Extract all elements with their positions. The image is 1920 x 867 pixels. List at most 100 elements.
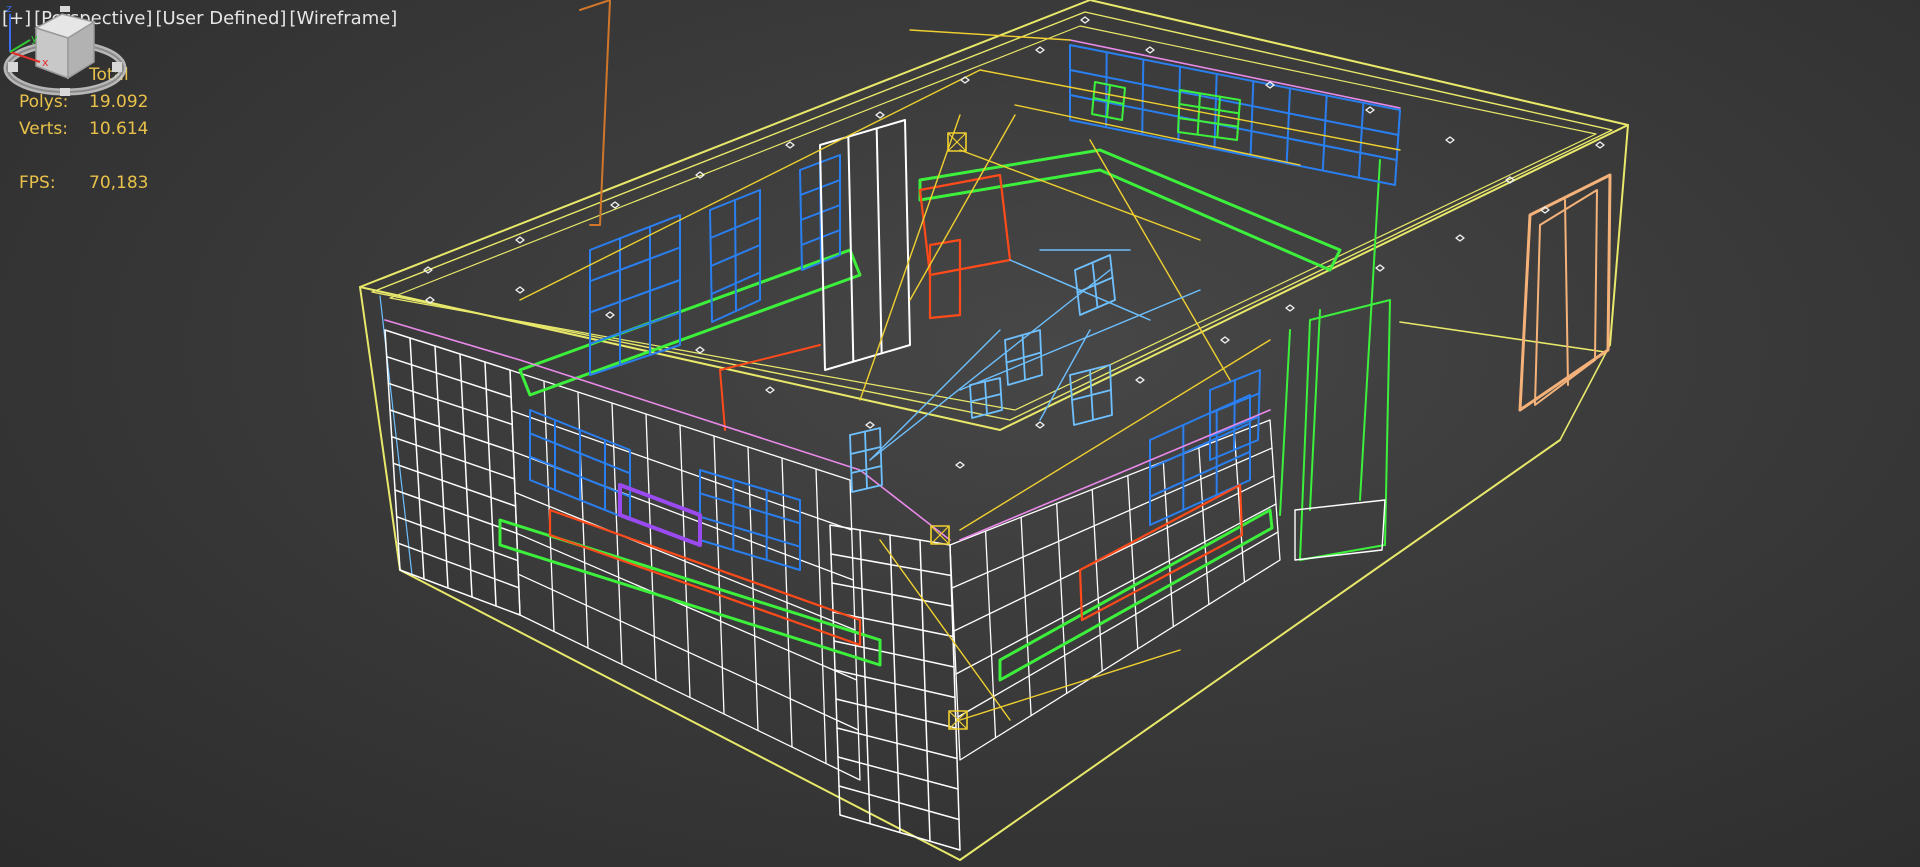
base-panel [928,238,962,320]
spot-light [865,421,875,429]
spot-light [875,111,885,119]
counter-top [918,148,1342,272]
wall-cabinet [1233,379,1236,451]
wall-cabinet [1249,80,1255,158]
verts-label: Verts: [19,119,69,139]
trim [384,319,951,541]
spot-light [1365,106,1375,114]
cabinet-grid [389,409,515,453]
cabinet-grid [955,503,1277,675]
verts-value: 10.614 [89,119,149,139]
light-ray [859,114,961,401]
cabinet-grid [951,447,1273,589]
axis-x-label: x [42,56,49,69]
room-edge [1609,124,1629,346]
spot-light [765,386,775,394]
spot-light [515,286,525,294]
stats-fps-row: FPS: 70,183 [19,170,179,197]
cabinet-grid [459,353,473,598]
cabinet-grid [484,361,497,607]
trim [1069,39,1401,109]
cabinet-edge [1359,159,1381,501]
cabinet-grid [385,355,512,398]
cabinet-grid [1056,502,1068,694]
spot-light [955,461,965,469]
light-ray [979,69,1401,151]
cabinet-grid [957,531,1279,718]
light-ray [909,114,1016,301]
cabinet-grid [517,573,859,731]
room-top-outline [359,0,1629,431]
fps-value: 70,183 [89,173,149,193]
light-ray [519,69,981,301]
wall-cabinet [1177,117,1239,128]
cabinet-grid [434,345,449,589]
fps-label: FPS: [19,173,56,193]
spot-light [605,311,615,319]
cabinet-grid [390,435,516,480]
cabinet-grid [397,542,520,589]
stats-verts-row: Verts: 10.614 [19,116,179,143]
axis-y-label: y [31,32,38,45]
cabinet-grid [1020,516,1032,717]
spot-light [785,141,795,149]
cabinet-grid [387,382,513,426]
axis-z-label: z [6,2,12,15]
wall-cabinet [589,311,681,345]
spot-light [1595,141,1605,149]
viewport-display-menu[interactable]: [Wireframe] [289,8,400,34]
cabinet-grid [384,329,521,616]
cabinet-grid [409,337,425,580]
spot-light [1220,336,1230,344]
wall-cabinet-accent [618,483,702,547]
cabinet-grid [984,530,997,739]
spot-light [1455,234,1465,242]
spot-light [1035,421,1045,429]
spot-light [1375,264,1385,272]
room-top-inner [371,11,1613,421]
target-line [869,329,1001,461]
door [1564,199,1569,386]
room-edge [399,569,961,861]
spot-light [610,201,620,209]
fridge [1294,499,1386,561]
light-ray [959,149,1201,241]
base-panel [548,508,862,647]
wireframe-scene [359,0,1629,861]
wall-cabinet [1141,58,1145,136]
wall-cabinet [1321,94,1328,172]
wall-cabinet [1196,92,1201,136]
chair [864,430,868,490]
room-edge [1399,321,1606,353]
wall-cabinet [589,246,681,283]
wall-cabinet [1285,87,1291,165]
spot-light [1145,46,1155,54]
viewport-shading-menu[interactable]: [User Defined] [155,8,289,34]
target-line [1039,329,1091,421]
spot-light [1135,376,1145,384]
base-panel [719,369,726,431]
counter-top [998,508,1274,682]
cabinet-grid [392,462,517,507]
wall-cabinet [1178,103,1240,115]
spot-light [1035,46,1045,54]
cabinet-edge [1279,329,1291,516]
target-line [959,289,1201,391]
trim [959,409,1271,541]
room-edge [359,286,401,571]
3d-viewport[interactable]: [+] [Perspective] [User Defined] [Wirefr… [0,0,1920,867]
spot-light [1080,16,1090,24]
wall-cabinet [1069,44,1401,186]
spot-light [695,346,705,354]
wall-cabinet [1357,101,1365,179]
target-line [869,269,1111,461]
cabinet-grid [516,532,858,681]
spot-light [1285,304,1295,312]
cabinet-grid [1127,474,1139,650]
wall-cabinet [589,279,681,314]
wall-cabinet [1216,95,1221,139]
cabinet-grid [1091,488,1103,672]
cabinet-grid [394,489,518,535]
axis-tripod-icon: z y x [6,2,49,69]
pantry [875,127,883,355]
